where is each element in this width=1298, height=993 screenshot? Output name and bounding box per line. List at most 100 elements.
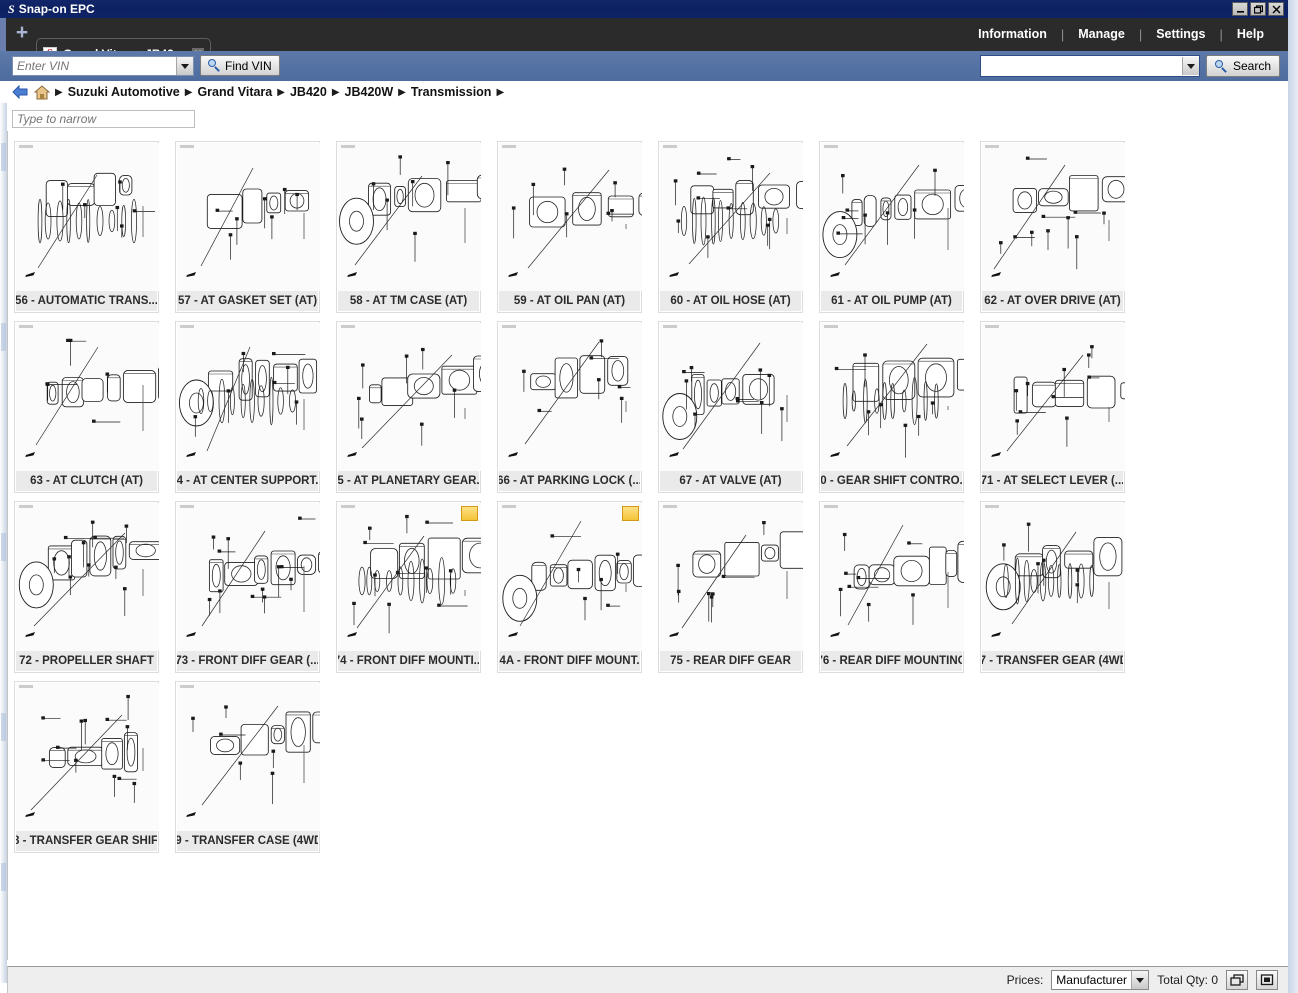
thumbnail-tile[interactable]: 65 - AT PLANETARY GEAR... [336, 321, 481, 493]
vin-search-toolbar: Find VIN JSAJTD54V00136129 ✔ Filters Sea… [0, 51, 1288, 124]
thumbnail-tile[interactable]: 67 - AT VALVE (AT) [658, 321, 803, 493]
tile-corner-marker [824, 505, 838, 508]
search-button-label: Search [1232, 59, 1271, 73]
chevron-down-icon[interactable] [176, 57, 193, 75]
thumbnail-tile[interactable]: 73 - FRONT DIFF GEAR (... [175, 501, 320, 673]
breadcrumb-item-transmission[interactable]: Transmission [411, 85, 492, 99]
thumbnail-tile[interactable]: 75 - REAR DIFF GEAR [658, 501, 803, 673]
tile-corner-marker [663, 325, 677, 328]
thumbnail-tile[interactable]: 64 - AT CENTER SUPPORT... [175, 321, 320, 493]
part-diagram-image [338, 503, 481, 651]
thumbnail-tile[interactable]: 57 - AT GASKET SET (AT) [175, 141, 320, 313]
restore-button[interactable] [1250, 2, 1266, 16]
thumbnail-tile[interactable]: 74A - FRONT DIFF MOUNT... [497, 501, 642, 673]
menu-tab-bar: + S Grand Vitara >JB42... ✕ Information … [0, 18, 1288, 68]
add-tab-button[interactable]: + [12, 22, 32, 45]
thumbnail-tile-label: 76 - REAR DIFF MOUNTING [821, 651, 962, 671]
thumbnail-tile-label: 70 - GEAR SHIFT CONTRO... [821, 471, 962, 491]
chevron-down-icon[interactable] [1182, 57, 1199, 75]
strip-marker [1, 863, 6, 891]
tile-corner-marker [824, 325, 838, 328]
menubar-accent [0, 18, 6, 51]
search-input[interactable] [981, 55, 1182, 77]
breadcrumb: ▶ Suzuki Automotive ▶ Grand Vitara ▶ JB4… [0, 81, 1298, 104]
menu-item-help[interactable]: Help [1223, 25, 1278, 43]
thumbnail-tile-label: 79 - TRANSFER CASE (4WD) [177, 831, 318, 851]
breadcrumb-separator: ▶ [496, 86, 505, 98]
tile-corner-marker [985, 325, 999, 328]
thumbnail-tile[interactable]: 71 - AT SELECT LEVER (... [980, 321, 1125, 493]
menu-item-manage[interactable]: Manage [1064, 25, 1139, 43]
thumbnail-tile-label: 66 - AT PARKING LOCK (... [499, 471, 640, 491]
prices-select[interactable]: Manufacturer [1051, 970, 1150, 990]
thumbnail-tile[interactable]: 62 - AT OVER DRIVE (AT) [980, 141, 1125, 313]
breadcrumb-item-suzuki-automotive[interactable]: Suzuki Automotive [68, 85, 180, 99]
thumbnail-tile[interactable]: 60 - AT OIL HOSE (AT) [658, 141, 803, 313]
breadcrumb-separator: ▶ [331, 86, 340, 98]
total-qty-label: Total Qty: 0 [1157, 973, 1218, 987]
search-combo[interactable] [980, 55, 1200, 77]
breadcrumb-item-jb420w[interactable]: JB420W [345, 85, 394, 99]
prices-selected-value: Manufacturer [1056, 973, 1127, 987]
breadcrumb-separator: ▶ [398, 86, 406, 98]
titlebar-left-group: S Snap-on EPC [8, 1, 95, 17]
left-scroll-strip[interactable] [0, 103, 7, 983]
search-button[interactable]: Search [1205, 55, 1280, 77]
minimize-button[interactable] [1232, 2, 1248, 16]
back-arrow-icon[interactable] [12, 84, 29, 100]
thumbnail-tile[interactable]: 56 - AUTOMATIC TRANS... [14, 141, 159, 313]
thumbnail-tile[interactable]: 70 - GEAR SHIFT CONTRO... [819, 321, 964, 493]
tile-corner-marker [985, 505, 999, 508]
breadcrumb-item-jb420[interactable]: JB420 [290, 85, 327, 99]
search-icon [208, 59, 221, 72]
find-vin-button[interactable]: Find VIN [200, 55, 280, 76]
part-diagram-image [982, 323, 1125, 471]
thumbnail-tile-label: 60 - AT OIL HOSE (AT) [660, 291, 801, 311]
vin-input[interactable] [13, 56, 176, 76]
home-icon[interactable] [33, 84, 51, 100]
copy-window-icon[interactable] [1226, 970, 1248, 990]
thumbnail-tile-label: 59 - AT OIL PAN (AT) [499, 291, 640, 311]
close-button[interactable] [1268, 2, 1284, 16]
thumbnail-tile[interactable]: 74 - FRONT DIFF MOUNTI... [336, 501, 481, 673]
narrow-input-wrapper[interactable] [12, 110, 195, 128]
breadcrumb-separator: ▶ [55, 86, 63, 98]
menu-item-information[interactable]: Information [964, 25, 1061, 43]
vin-combo[interactable] [12, 56, 194, 76]
thumbnail-tile-label: 75 - REAR DIFF GEAR [660, 651, 801, 671]
thumbnail-tile[interactable]: 58 - AT TM CASE (AT) [336, 141, 481, 313]
tile-corner-marker [180, 145, 194, 148]
tile-note-badge[interactable] [622, 506, 639, 521]
window-controls [1232, 2, 1284, 16]
narrow-filter-bar [0, 103, 1288, 131]
narrow-input[interactable] [13, 111, 194, 127]
tile-corner-marker [663, 505, 677, 508]
thumbnail-tile[interactable]: 77 - TRANSFER GEAR (4WD) [980, 501, 1125, 673]
breadcrumb-separator: ▶ [277, 86, 285, 98]
search-icon [1214, 59, 1228, 73]
thumbnail-tile[interactable]: 66 - AT PARKING LOCK (... [497, 321, 642, 493]
tile-note-badge[interactable] [461, 506, 478, 521]
single-window-icon[interactable] [1256, 970, 1278, 990]
thumbnail-tile-label: 56 - AUTOMATIC TRANS... [16, 291, 157, 311]
tile-corner-marker [180, 505, 194, 508]
thumbnail-tile[interactable]: 72 - PROPELLER SHAFT [14, 501, 159, 673]
thumbnail-tile[interactable]: 61 - AT OIL PUMP (AT) [819, 141, 964, 313]
menu-item-settings[interactable]: Settings [1142, 25, 1219, 43]
thumbnail-tile[interactable]: 63 - AT CLUTCH (AT) [14, 321, 159, 493]
part-diagram-image [177, 323, 320, 471]
thumbnail-tile[interactable]: 59 - AT OIL PAN (AT) [497, 141, 642, 313]
breadcrumb-item-grand-vitara[interactable]: Grand Vitara [197, 85, 272, 99]
tile-corner-marker [180, 325, 194, 328]
window-titlebar: S Snap-on EPC [0, 0, 1288, 18]
thumbnail-tile-label: 74A - FRONT DIFF MOUNT... [499, 651, 640, 671]
tile-corner-marker [502, 145, 516, 148]
tile-corner-marker [19, 685, 33, 688]
thumbnail-tile[interactable]: 76 - REAR DIFF MOUNTING [819, 501, 964, 673]
strip-marker [1, 533, 6, 561]
chevron-down-icon[interactable] [1131, 971, 1149, 989]
thumbnail-tile[interactable]: 78 - TRANSFER GEAR SHIF... [14, 681, 159, 853]
part-diagram-image [499, 143, 642, 291]
thumbnail-tile-label: 74 - FRONT DIFF MOUNTI... [338, 651, 479, 671]
thumbnail-tile[interactable]: 79 - TRANSFER CASE (4WD) [175, 681, 320, 853]
